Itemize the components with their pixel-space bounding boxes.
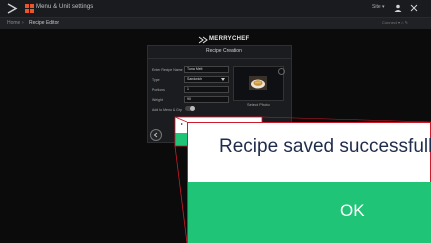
add-to-menu-label: Add to Menu & Grp — [152, 108, 182, 112]
save-message-small: ▸ — [181, 121, 184, 126]
chevron-down-icon — [221, 78, 225, 81]
edit-photo-icon[interactable] — [278, 68, 285, 75]
select-photo-label[interactable]: Select Photo — [247, 102, 270, 107]
breadcrumb-actions[interactable]: Connect ▾ ⌂ ✎ — [382, 20, 408, 25]
ok-button[interactable] — [188, 182, 431, 243]
brand-logo: MERRYCHEF — [209, 36, 250, 42]
portions-label: Portions — [152, 88, 165, 92]
recipe-name-label: Enter Recipe Name — [152, 68, 183, 72]
user-icon[interactable] — [394, 4, 402, 12]
recipe-name-input[interactable]: Tuna Melt — [184, 66, 229, 73]
page-title: Menu & Unit settings — [36, 4, 94, 10]
app-logo-icon — [7, 3, 18, 14]
ok-button-label: OK — [340, 201, 365, 220]
save-message: Recipe saved successfull — [219, 136, 431, 157]
back-arrow-icon[interactable] — [150, 129, 162, 141]
panel-title: Recipe Creation — [206, 48, 242, 54]
weight-label: Weight — [152, 98, 163, 102]
toggle-knob — [190, 106, 195, 111]
breadcrumb-current: Recipe Editor — [29, 20, 60, 26]
close-icon[interactable] — [409, 3, 419, 13]
breadcrumb — [0, 18, 431, 29]
breadcrumb-separator: › — [22, 20, 24, 26]
weight-input[interactable]: 90 — [184, 96, 229, 103]
recipe-photo — [249, 76, 267, 90]
breadcrumb-home[interactable]: Home — [7, 20, 20, 26]
menu-grid-icon[interactable] — [24, 3, 36, 14]
portions-input[interactable]: 1 — [184, 86, 229, 93]
user-menu[interactable]: Site ▾ — [372, 4, 385, 10]
type-label: Type — [152, 78, 160, 82]
merrychef-logo-icon — [198, 36, 208, 44]
